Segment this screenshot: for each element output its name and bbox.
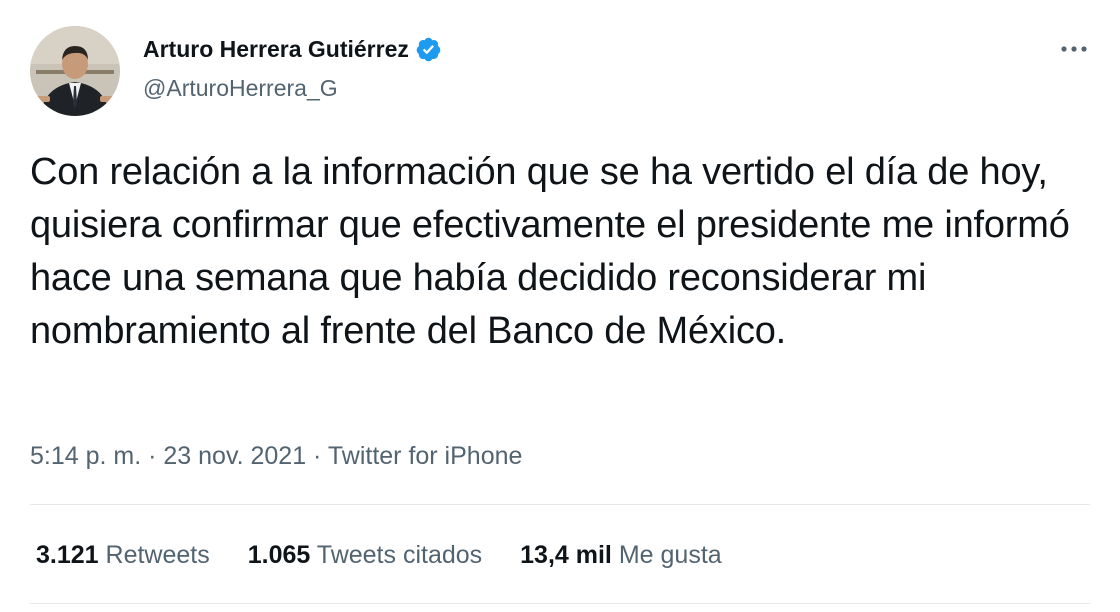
more-options-button[interactable] bbox=[1052, 34, 1096, 64]
tweet-time[interactable]: 5:14 p. m. bbox=[30, 442, 141, 470]
quote-tweets-label: Tweets citados bbox=[316, 541, 483, 569]
retweets-stat[interactable]: 3.121 Retweets bbox=[36, 539, 210, 571]
retweets-count: 3.121 bbox=[36, 541, 99, 569]
likes-count: 13,4 mil bbox=[520, 541, 612, 569]
author-name-text[interactable]: Arturo Herrera Gutiérrez bbox=[143, 34, 409, 64]
author-handle[interactable]: @ArturoHerrera_G bbox=[143, 74, 338, 102]
likes-stat[interactable]: 13,4 mil Me gusta bbox=[520, 539, 722, 571]
meta-separator: · bbox=[141, 442, 164, 470]
quote-tweets-count: 1.065 bbox=[247, 541, 311, 569]
meta-separator: · bbox=[306, 442, 328, 470]
tweet-date[interactable]: 23 nov. 2021 bbox=[163, 442, 306, 470]
likes-label: Me gusta bbox=[618, 541, 722, 569]
tweet-metadata: 5:14 p. m. · 23 nov. 2021 · Twitter for … bbox=[30, 440, 522, 472]
more-options-icon bbox=[1061, 46, 1087, 52]
divider bbox=[30, 603, 1090, 604]
tweet-source[interactable]: Twitter for iPhone bbox=[328, 442, 523, 470]
tweet-text: Con relación a la información que se ha … bbox=[30, 151, 1070, 352]
profile-photo-icon bbox=[30, 26, 120, 116]
engagement-stats: 3.121 Retweets 1.065 Tweets citados 13,4… bbox=[36, 539, 760, 571]
divider bbox=[30, 504, 1090, 505]
avatar[interactable] bbox=[30, 26, 120, 116]
author-display-name[interactable]: Arturo Herrera Gutiérrez bbox=[143, 34, 442, 64]
retweets-label: Retweets bbox=[105, 541, 210, 569]
quote-tweets-stat[interactable]: 1.065 Tweets citados bbox=[248, 539, 482, 571]
verified-badge-icon bbox=[415, 36, 442, 63]
